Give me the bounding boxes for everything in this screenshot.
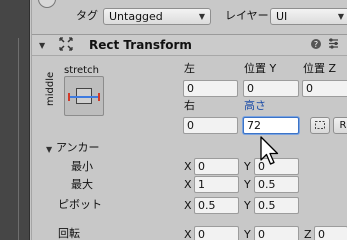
anchor-marker-right bbox=[98, 93, 100, 101]
anchor-stretch-line bbox=[69, 96, 99, 98]
layer-label: レイヤー bbox=[225, 9, 269, 22]
fold-arrow-icon[interactable]: ▼ bbox=[39, 41, 45, 50]
anchor-max-y-letter: Y bbox=[244, 178, 251, 191]
chevron-down-icon: ▼ bbox=[337, 12, 344, 21]
left-field[interactable]: 0 bbox=[183, 80, 238, 97]
chevron-down-icon: ▼ bbox=[198, 12, 205, 21]
component-header[interactable]: ▼ Rect Transform ? bbox=[32, 34, 347, 56]
rotation-z-field[interactable]: 0 bbox=[314, 226, 347, 240]
anchor-max-x-field[interactable]: 1 bbox=[194, 176, 239, 193]
pivot-x-field[interactable]: 0.5 bbox=[194, 197, 239, 214]
raw-edit-button[interactable]: R bbox=[333, 117, 347, 134]
rotation-x-letter: X bbox=[184, 228, 192, 240]
anchor-min-label: 最小 bbox=[71, 160, 93, 173]
pos-y-label: 位置 Y bbox=[244, 62, 277, 75]
rotation-z-letter: Z bbox=[304, 228, 312, 240]
pos-z-label: 位置 Z bbox=[303, 62, 337, 75]
right-label: 右 bbox=[184, 99, 195, 112]
height-label: 高さ bbox=[244, 99, 266, 112]
anchor-min-x-field[interactable]: 0 bbox=[194, 158, 239, 175]
rotation-x-field[interactable]: 0 bbox=[194, 226, 239, 240]
height-field[interactable]: 72 bbox=[243, 117, 299, 134]
rotation-label: 回転 bbox=[58, 227, 80, 240]
blueprint-mode-button[interactable] bbox=[310, 117, 330, 134]
scene-grid-line bbox=[18, 38, 19, 240]
svg-text:?: ? bbox=[314, 40, 318, 49]
anchor-min-y-letter: Y bbox=[244, 160, 251, 173]
anchor-marker-left bbox=[68, 93, 70, 101]
rect-transform-icon bbox=[59, 37, 73, 51]
settings-icon[interactable] bbox=[327, 37, 340, 53]
anchors-label: アンカー bbox=[56, 141, 100, 154]
rotation-y-field[interactable]: 0 bbox=[254, 226, 299, 240]
dashed-rect-icon bbox=[315, 121, 325, 129]
mouse-cursor-icon bbox=[260, 136, 279, 165]
layer-dropdown[interactable]: UI ▼ bbox=[270, 8, 347, 25]
anchor-max-x-letter: X bbox=[184, 178, 192, 191]
scene-view-strip bbox=[0, 0, 30, 240]
anchor-max-y-field[interactable]: 0.5 bbox=[254, 176, 299, 193]
pivot-y-field[interactable]: 0.5 bbox=[254, 197, 299, 214]
help-icon[interactable]: ? bbox=[310, 38, 322, 53]
tag-label: タグ bbox=[76, 9, 98, 22]
object-icon bbox=[38, 0, 56, 8]
anchor-min-x-letter: X bbox=[184, 160, 192, 173]
rotation-y-letter: Y bbox=[244, 228, 251, 240]
left-label: 左 bbox=[184, 62, 195, 75]
inspector-panel: タグ Untagged ▼ レイヤー UI ▼ ▼ Rect Transform… bbox=[31, 0, 347, 240]
anchor-preset-button[interactable] bbox=[64, 76, 104, 116]
pivot-label: ピボット bbox=[58, 198, 102, 211]
anchors-fold-icon[interactable]: ▼ bbox=[46, 145, 52, 154]
anchor-vertical-label: middle bbox=[45, 71, 56, 106]
pivot-x-letter: X bbox=[184, 199, 192, 212]
anchor-max-label: 最大 bbox=[71, 178, 93, 191]
tag-dropdown[interactable]: Untagged ▼ bbox=[103, 8, 211, 25]
pos-z-field[interactable]: 0 bbox=[302, 80, 347, 97]
layer-value: UI bbox=[276, 10, 288, 23]
pivot-y-letter: Y bbox=[244, 199, 251, 212]
right-field[interactable]: 0 bbox=[183, 117, 238, 134]
component-title: Rect Transform bbox=[89, 38, 192, 52]
tag-value: Untagged bbox=[109, 10, 163, 23]
pos-y-field[interactable]: 0 bbox=[243, 80, 299, 97]
